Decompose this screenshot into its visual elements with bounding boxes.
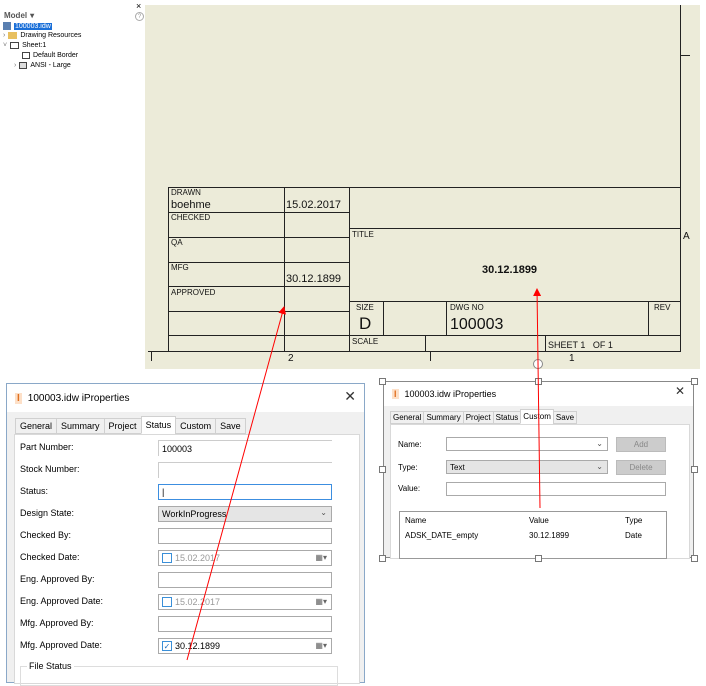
annotation-arrows	[186, 288, 542, 661]
annotation-arrow	[533, 288, 542, 509]
annotation-arrow	[186, 306, 287, 661]
